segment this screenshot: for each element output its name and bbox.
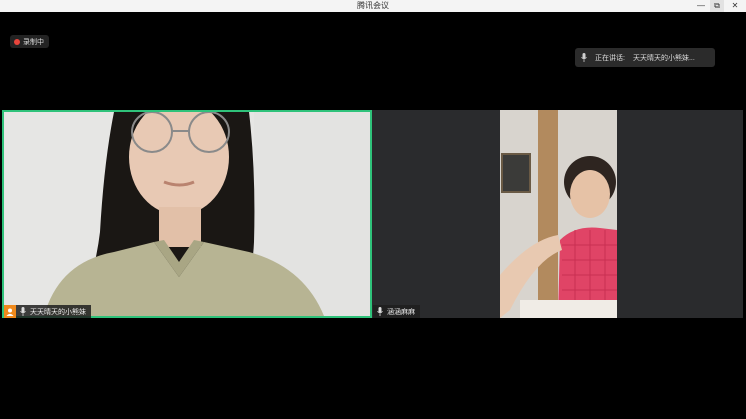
- participant-1-name: 天天晴天的小熊妹: [30, 308, 86, 316]
- participant-2-name: 涵涵麻麻: [387, 308, 415, 316]
- window-title: 腾讯会议: [357, 1, 389, 10]
- record-dot-icon: [14, 38, 20, 45]
- participant-1-name-tag: 天天晴天的小熊妹: [4, 305, 91, 318]
- speaking-indicator: 正在讲话: 天天晴天的小熊妹...: [575, 48, 715, 67]
- title-bar: 腾讯会议 — ⧉ ✕: [0, 0, 746, 12]
- recording-indicator[interactable]: 录制中: [10, 35, 49, 48]
- participant-1-video-frame: [4, 112, 370, 316]
- speaking-label: 正在讲话:: [595, 54, 625, 62]
- microphone-icon: [20, 307, 26, 316]
- participant-2-name-tag: 涵涵麻麻: [373, 305, 420, 318]
- microphone-icon: [377, 307, 383, 316]
- participant-video-2[interactable]: [500, 110, 617, 318]
- host-icon: [4, 305, 16, 318]
- close-button[interactable]: ✕: [728, 0, 742, 12]
- minimize-button[interactable]: —: [694, 0, 708, 12]
- participant-2-video-frame: [500, 110, 617, 318]
- speaking-name: 天天晴天的小熊妹...: [632, 54, 695, 62]
- recording-label: 录制中: [23, 38, 44, 46]
- participant-video-1[interactable]: [2, 110, 372, 318]
- restore-button[interactable]: ⧉: [710, 0, 724, 12]
- microphone-icon: [581, 53, 587, 62]
